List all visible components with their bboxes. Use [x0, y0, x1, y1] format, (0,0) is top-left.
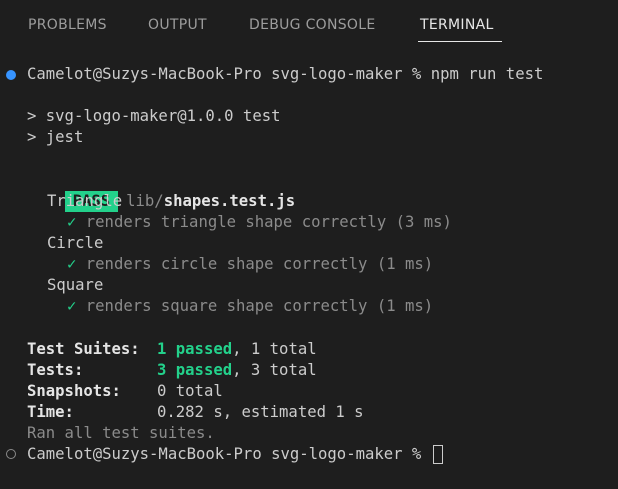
test-case: ✓ renders circle shape correctly (1 ms) [67, 254, 433, 275]
final-prompt: Camelot@Suzys-MacBook-Pro svg-logo-maker… [27, 445, 431, 463]
summary-time: Time: 0.282 s, estimated 1 s [27, 402, 364, 423]
summary-value: 0.282 s, estimated 1 s [157, 403, 364, 421]
summary-total: , 3 total [232, 361, 317, 379]
panel-tab-bar: PROBLEMS OUTPUT DEBUG CONSOLE TERMINAL [0, 0, 618, 50]
test-case-label: renders circle shape correctly (1 ms) [85, 255, 434, 273]
ran-all-message: Ran all test suites. [27, 424, 215, 442]
test-case: ✓ renders square shape correctly (1 ms) [67, 296, 433, 317]
check-icon: ✓ [67, 297, 77, 315]
summary-snapshots: Snapshots: 0 total [27, 381, 223, 402]
summary-label: Tests: [27, 361, 84, 379]
test-case-label: renders square shape correctly (1 ms) [85, 297, 434, 315]
script-line-1: > svg-logo-maker@1.0.0 test [27, 107, 281, 125]
summary-label: Snapshots: [27, 382, 121, 400]
check-icon: ✓ [67, 255, 77, 273]
active-tab-indicator [418, 41, 502, 42]
summary-label: Test Suites: [27, 340, 140, 358]
summary-total: , 1 total [232, 340, 317, 358]
script-line-2: > jest [27, 128, 84, 146]
summary-passed: 3 passed [157, 361, 233, 379]
summary-tests: Tests: 3 passed, 3 total [27, 360, 317, 381]
summary-value: 0 total [157, 382, 223, 400]
test-file-result: PASS lib/shapes.test.js [27, 170, 295, 212]
test-group-name: Square [47, 276, 104, 294]
test-file-dir: lib/ [126, 192, 164, 210]
test-group-name: Circle [47, 234, 104, 252]
tab-output[interactable]: OUTPUT [148, 17, 207, 33]
test-group-name: Triangle [47, 192, 123, 210]
cursor-icon [432, 445, 443, 464]
test-case-label: renders triangle shape correctly (3 ms) [85, 213, 452, 231]
command-success-decoration-icon[interactable] [6, 70, 16, 80]
command-idle-decoration-icon[interactable] [6, 449, 16, 459]
summary-test-suites: Test Suites: 1 passed, 1 total [27, 339, 317, 360]
summary-label: Time: [27, 403, 74, 421]
tab-problems[interactable]: PROBLEMS [28, 17, 107, 33]
summary-passed: 1 passed [157, 340, 233, 358]
check-icon: ✓ [67, 213, 77, 231]
tab-terminal[interactable]: TERMINAL [420, 17, 494, 33]
prompt-command-line: Camelot@Suzys-MacBook-Pro svg-logo-maker… [27, 65, 544, 83]
final-prompt-line[interactable]: Camelot@Suzys-MacBook-Pro svg-logo-maker… [27, 444, 443, 465]
test-file-name: shapes.test.js [163, 192, 296, 210]
terminal-output[interactable]: Camelot@Suzys-MacBook-Pro svg-logo-maker… [0, 58, 618, 478]
tab-debug-console[interactable]: DEBUG CONSOLE [249, 17, 376, 33]
test-case: ✓ renders triangle shape correctly (3 ms… [67, 212, 452, 233]
